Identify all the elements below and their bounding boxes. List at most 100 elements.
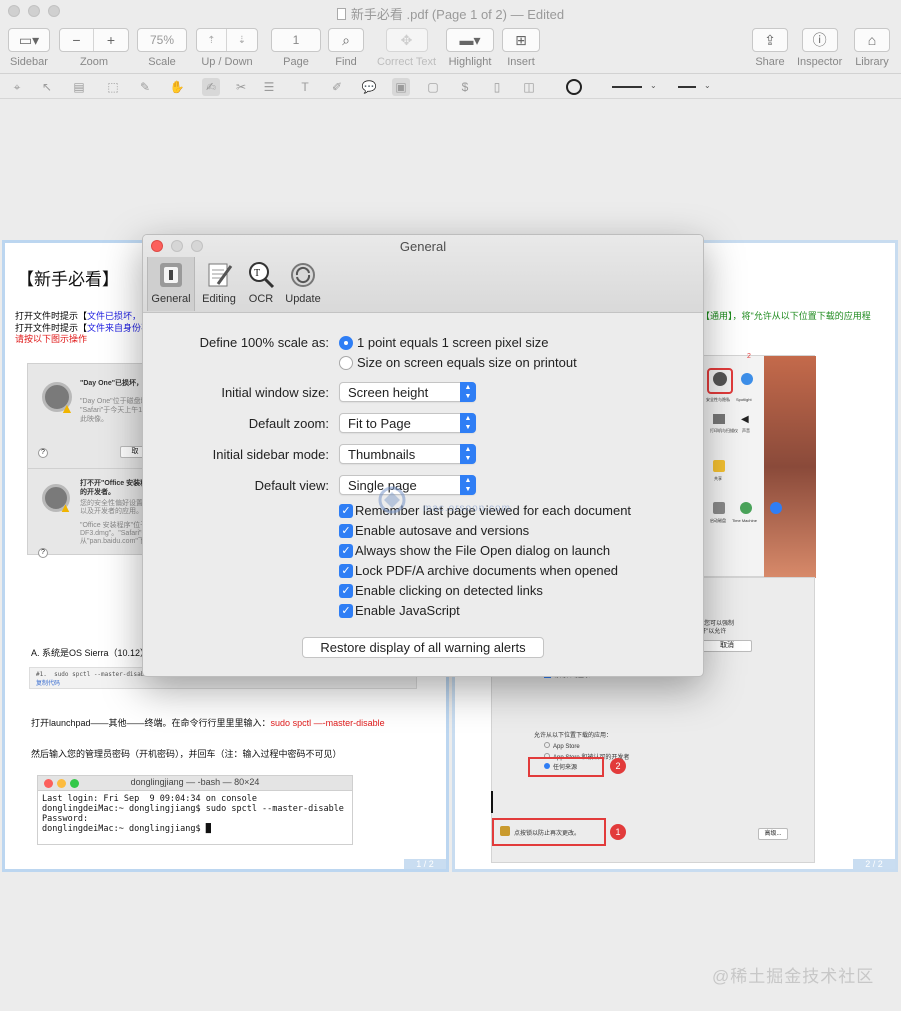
inspector-toolbar-item[interactable]: ⓘ Inspector: [797, 28, 842, 68]
allow-from-label: 允许从以下位置下载的应用：: [534, 733, 613, 739]
zoom-label: Zoom: [79, 56, 109, 68]
page-field[interactable]: 1: [271, 28, 321, 52]
marker-tool-icon[interactable]: ✐: [328, 78, 346, 96]
correct-text-icon: ✥: [400, 31, 413, 48]
find-toolbar-item[interactable]: ⌕ Find: [328, 28, 364, 68]
update-sync-icon: [291, 263, 315, 287]
zoom-out-button[interactable]: −: [60, 29, 94, 51]
sharing-label: 共享: [714, 476, 722, 481]
pen-tool-icon[interactable]: ✎: [136, 78, 154, 96]
sidebar-button[interactable]: ▭▾: [8, 28, 50, 52]
sidebar-label: Sidebar: [10, 56, 48, 68]
sidebar-mode-label: Initial sidebar mode:: [212, 447, 329, 462]
scale-option-pixel-radio[interactable]: [339, 336, 353, 350]
pointer-tool-icon[interactable]: ↖: [38, 78, 56, 96]
attachment-tool-icon[interactable]: ▢: [424, 78, 442, 96]
file-open-dialog-label[interactable]: Always show the File Open dialog on laun…: [355, 543, 610, 558]
warning-screenshot: ▲ "Day One"已损坏， "Day One"位于磁盘映像 "Safari"…: [27, 363, 157, 558]
eraser-tool-icon[interactable]: ◫: [520, 78, 538, 96]
marquee-tool-icon[interactable]: ⬚: [104, 78, 122, 96]
edit-tool-icon[interactable]: ✂: [232, 78, 250, 96]
scale-field[interactable]: 75%: [137, 28, 187, 52]
share-label: Share: [755, 56, 785, 68]
lock-pdfa-label[interactable]: Lock PDF/A archive documents when opened: [355, 563, 618, 578]
line-width-dropdown[interactable]: ⌄: [678, 81, 718, 93]
crop-tool-icon[interactable]: ▯: [488, 78, 506, 96]
stroke-color-icon[interactable]: [566, 79, 582, 95]
preferences-title: General: [399, 239, 447, 254]
highlight-toolbar-item[interactable]: ▬▾ Highlight: [446, 28, 494, 68]
share-toolbar-item[interactable]: ⇪ Share: [752, 28, 788, 68]
library-toolbar-item[interactable]: ⌂ Library: [854, 28, 890, 68]
autosave-checkbox[interactable]: ✓: [339, 524, 353, 538]
tab-ocr[interactable]: T OCR: [237, 257, 285, 311]
autosave-label[interactable]: Enable autosave and versions: [355, 523, 529, 538]
site-watermark: mac.orsoon.com: [373, 485, 613, 525]
text-select-tool-icon[interactable]: ▤: [70, 78, 88, 96]
library-icon: ⌂: [867, 32, 877, 48]
sidebar-toolbar-item[interactable]: ▭▾ Sidebar: [8, 28, 50, 68]
scale-option-printout-radio[interactable]: [339, 356, 353, 370]
anywhere-radio: 任何来源: [544, 762, 577, 771]
window-title: 新手必看 .pdf (Page 1 of 2) — Edited: [0, 4, 901, 23]
general-switch-icon: [160, 263, 182, 287]
tab-update[interactable]: Update: [279, 257, 327, 311]
highlight-tool-icon[interactable]: ✍: [202, 78, 220, 96]
correct-text-toolbar-item[interactable]: ✥ Correct Text: [377, 28, 436, 68]
tab-editing[interactable]: Editing: [195, 257, 243, 311]
help-icon: ?: [38, 448, 48, 458]
note-tool-icon[interactable]: 💬: [360, 78, 378, 96]
select-tool-icon[interactable]: ⌖: [8, 78, 26, 96]
dialog2-title: 的开发者。: [80, 489, 115, 496]
page-up-button[interactable]: ⇡: [197, 29, 227, 51]
instruction-line-3: 请按以下图示操作: [15, 334, 88, 344]
tab-label: General: [151, 293, 191, 305]
window-title-text: 新手必看 .pdf (Page 1 of 2): [350, 7, 507, 22]
dialog1-title: "Day One"已损坏，: [80, 380, 144, 387]
detected-links-checkbox[interactable]: ✓: [339, 584, 353, 598]
pencil-paper-icon: [208, 263, 233, 287]
textbox-tool-icon[interactable]: T: [296, 78, 314, 96]
edited-status[interactable]: — Edited: [511, 7, 564, 22]
time-machine-label: Time Machine: [732, 518, 757, 523]
tab-general[interactable]: General: [147, 257, 195, 311]
preferences-window: General General Editing T OCR Update Def…: [142, 234, 704, 677]
code-prompt: #1.: [36, 671, 47, 678]
warning-icon: ▲: [59, 500, 72, 515]
form-tool-icon[interactable]: ☰: [260, 78, 278, 96]
zoom-in-button[interactable]: +: [94, 29, 128, 51]
title-bar: 新手必看 .pdf (Page 1 of 2) — Edited: [0, 0, 901, 24]
hand-tool-icon[interactable]: ✋: [168, 78, 186, 96]
file-open-dialog-checkbox[interactable]: ✓: [339, 544, 353, 558]
default-zoom-select[interactable]: Fit to Page ▲ ▼: [339, 413, 476, 433]
signature-tool-icon[interactable]: $: [456, 78, 474, 96]
scale-option-pixel-label[interactable]: 1 point equals 1 screen pixel size: [357, 335, 549, 350]
tab-label: Editing: [202, 293, 236, 305]
cursor-mark: [491, 791, 493, 813]
line-style-dropdown[interactable]: ⌄: [612, 81, 660, 93]
stamp-tool-icon[interactable]: ▣: [392, 78, 410, 96]
terminal-output: Last login: Fri Sep 9 09:04:34 on consol…: [42, 794, 344, 834]
javascript-checkbox[interactable]: ✓: [339, 604, 353, 618]
dialog1-text: 此映像。: [80, 416, 108, 423]
chevron-updown-icon: ▲ ▼: [460, 444, 476, 464]
javascript-label[interactable]: Enable JavaScript: [355, 603, 460, 618]
warning-icon: ▲: [60, 400, 74, 416]
insert-toolbar-item[interactable]: ⊞ Insert: [502, 28, 540, 68]
window-size-label: Initial window size:: [221, 385, 329, 400]
step-2-badge: 2: [610, 758, 626, 774]
scale-setting-label: Define 100% scale as:: [199, 335, 329, 350]
remember-page-checkbox[interactable]: ✓: [339, 504, 353, 518]
launchpad-instruction: 打开launchpad——其他——终端。在命令行行里里里输入：sudo spct…: [31, 718, 385, 728]
ocr-magnifier-icon: T: [249, 262, 275, 289]
detected-links-label[interactable]: Enable clicking on detected links: [355, 583, 543, 598]
sidebar-mode-select[interactable]: Thumbnails ▲ ▼: [339, 444, 476, 464]
restore-alerts-button[interactable]: Restore display of all warning alerts: [302, 637, 544, 658]
page-toolbar-item: 1 Page: [271, 28, 321, 68]
lock-pdfa-checkbox[interactable]: ✓: [339, 564, 353, 578]
page-label: Page: [283, 56, 309, 68]
scale-option-printout-label[interactable]: Size on screen equals size on printout: [357, 355, 577, 370]
chevron-updown-icon: ▲ ▼: [460, 382, 476, 402]
page-down-button[interactable]: ⇣: [227, 29, 257, 51]
window-size-select[interactable]: Screen height ▲ ▼: [339, 382, 476, 402]
